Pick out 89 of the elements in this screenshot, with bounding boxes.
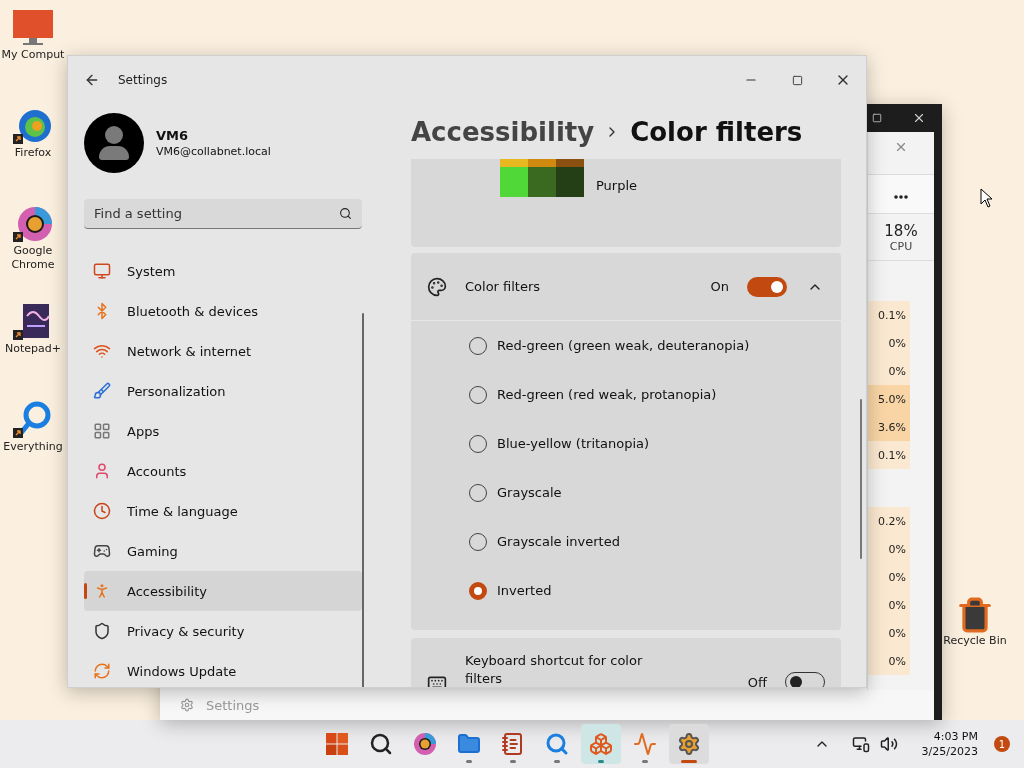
notification-badge[interactable]: 1 <box>994 736 1010 752</box>
gaming-icon <box>93 542 111 560</box>
desktop-icon-label[interactable]: Google Chrome <box>0 244 66 272</box>
update-icon <box>93 662 111 680</box>
sidebar-item[interactable]: Time & language <box>84 491 362 531</box>
avatar-silhouette <box>84 113 144 173</box>
desktop-icon-label[interactable]: My Comput <box>0 48 66 62</box>
time-icon <box>93 502 111 520</box>
cpu-cell: 0.1% <box>868 441 910 469</box>
radio-button[interactable] <box>469 581 487 600</box>
network-icon <box>851 735 870 753</box>
cpu-total: 18% <box>884 221 918 240</box>
sidebar-item[interactable]: Apps <box>84 411 362 451</box>
page-title: Color filters <box>630 116 803 147</box>
maximize-icon <box>791 74 803 86</box>
setting-label: Keyboard shortcut for color filters <box>465 652 644 687</box>
cpu-cell: 0% <box>868 535 910 563</box>
cpu-cell: 0% <box>868 591 910 619</box>
sidebar-item[interactable]: Personalization <box>84 371 362 411</box>
desktop-icon-label[interactable]: Everything <box>0 440 66 454</box>
mouse-pointer-icon <box>980 188 994 208</box>
cpu-cell: 3.6% <box>868 413 910 441</box>
clock-date[interactable]: 3/25/2023 <box>921 744 978 759</box>
cpu-column-header[interactable]: 18% CPU <box>868 214 934 261</box>
blocks-icon <box>589 732 613 756</box>
settings-icon <box>180 698 194 712</box>
user-name: VM6 <box>156 128 190 143</box>
maximize-icon[interactable] <box>872 113 882 123</box>
network-icon <box>93 342 111 360</box>
radio-label[interactable]: Grayscale inverted <box>497 534 620 549</box>
cpu-cell: 5.0% <box>868 385 910 413</box>
column-label: CPU <box>889 239 913 253</box>
volume-button[interactable] <box>879 735 898 753</box>
search-icon <box>369 732 393 756</box>
cpu-cell: 0.2% <box>868 507 910 535</box>
breadcrumb-link[interactable]: Accessibility <box>411 116 595 147</box>
windows-logo-icon <box>325 732 349 756</box>
speaker-icon <box>879 735 898 753</box>
radio-label[interactable]: Red-green (green weak, deuteranopia) <box>497 338 750 353</box>
cpu-cell: 0.1% <box>868 301 910 329</box>
close-icon[interactable] <box>912 111 926 125</box>
monitor-icon <box>11 8 55 48</box>
search-icon <box>339 207 352 220</box>
apps-icon <box>93 422 111 440</box>
privacy-icon <box>93 622 111 640</box>
sidebar-item[interactable]: Bluetooth & devices <box>84 291 362 331</box>
recycle-bin-icon <box>956 596 994 634</box>
setting-card[interactable]: Color filters On <box>411 253 841 320</box>
more-icon <box>894 195 908 199</box>
sidebar-item[interactable]: System <box>84 251 362 291</box>
toggle-switch[interactable] <box>747 276 787 297</box>
cpu-cell: 0% <box>868 647 910 675</box>
radio-label[interactable]: Blue-yellow (tritanopia) <box>497 436 650 451</box>
cpu-cell: 0% <box>868 619 910 647</box>
palette-icon <box>427 276 447 297</box>
personalization-icon <box>93 382 111 400</box>
radio-label[interactable]: Grayscale <box>497 485 562 500</box>
process-name: Settings <box>206 697 260 713</box>
cpu-cell: 0% <box>868 357 910 385</box>
user-email: VM6@collabnet.local <box>156 145 271 158</box>
sidebar-item[interactable]: Accessibility <box>84 571 362 611</box>
sidebar-item[interactable]: Network & internet <box>84 331 362 371</box>
desktop-icon-label[interactable]: Firefox <box>0 146 66 160</box>
desktop-icon-label[interactable]: Notepad+ <box>0 342 66 356</box>
toggle-state: Off <box>747 674 767 687</box>
setting-label: Color filters <box>465 279 542 294</box>
sidebar-item[interactable]: Windows Update <box>84 651 362 687</box>
sidebar-item[interactable]: Accounts <box>84 451 362 491</box>
notepad-icon <box>501 732 525 756</box>
setting-card[interactable]: Keyboard shortcut for color filters Off <box>411 638 841 687</box>
radio-label[interactable]: Inverted <box>497 583 552 598</box>
magnifier-icon <box>545 732 569 756</box>
accounts-icon <box>93 462 111 480</box>
activity-graph-icon <box>633 732 657 756</box>
toggle-state: On <box>710 279 729 294</box>
sidebar-item[interactable]: Privacy & security <box>84 611 362 651</box>
clock-time[interactable]: 4:03 PM <box>933 729 978 744</box>
sidebar-item[interactable]: Gaming <box>84 531 362 571</box>
settings-icon <box>677 732 701 756</box>
folder-icon <box>457 732 481 756</box>
search-field[interactable]: Find a setting <box>84 199 362 229</box>
window-title: Settings <box>118 73 168 87</box>
desktop-icon-label[interactable]: Recycle Bin <box>940 634 1010 648</box>
network-button[interactable] <box>851 735 870 753</box>
cpu-cell: 0% <box>868 563 910 591</box>
cpu-cell: 0% <box>868 329 910 357</box>
radio-label[interactable]: Red-green (red weak, protanopia) <box>497 387 717 402</box>
system-icon <box>93 262 111 280</box>
swatch-label: Purple <box>596 178 638 195</box>
